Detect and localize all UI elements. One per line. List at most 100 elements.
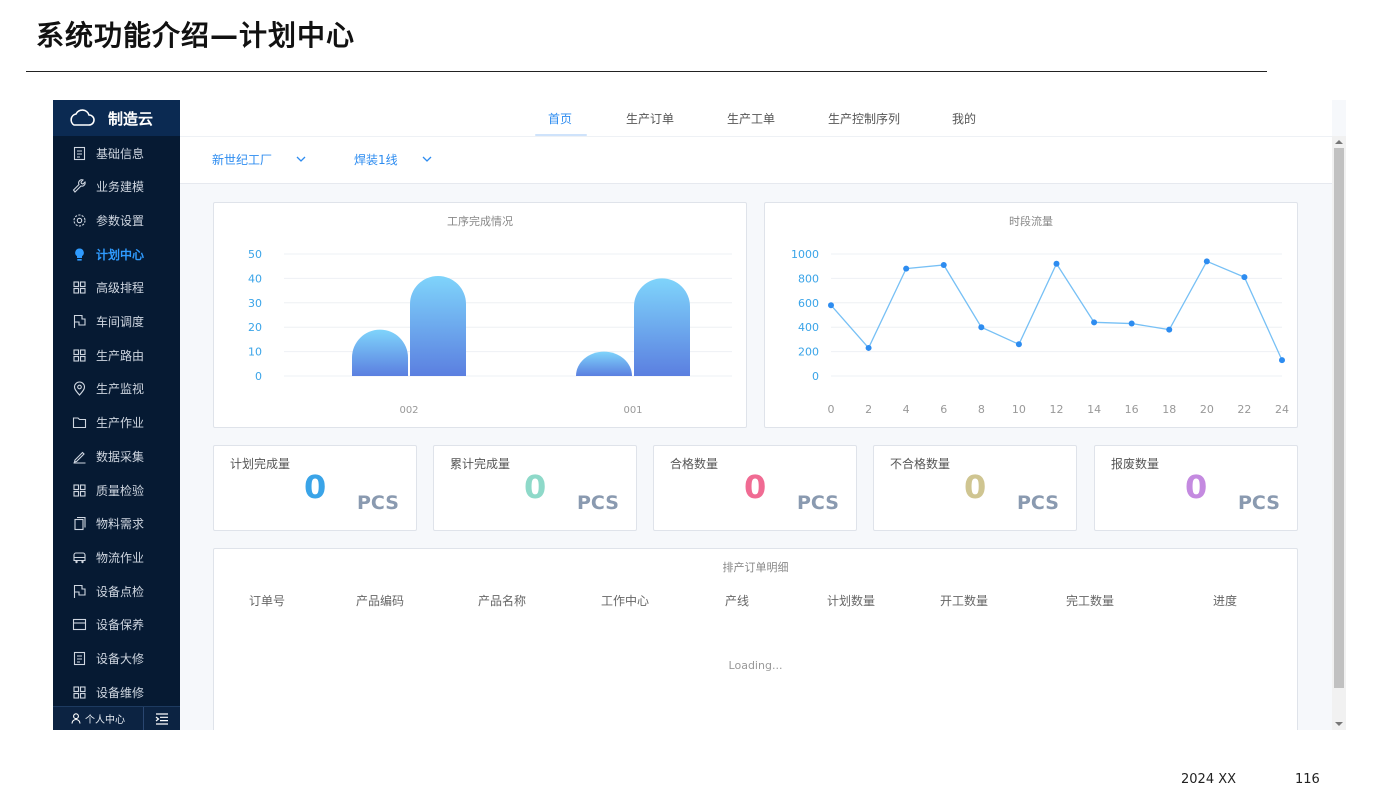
bar xyxy=(634,278,690,376)
collapse-menu-button[interactable] xyxy=(144,712,180,725)
column-header-work-center[interactable]: 工作中心 xyxy=(601,592,649,609)
tab-home[interactable]: 首页 xyxy=(548,110,572,127)
line-select-value: 焊装1线 xyxy=(354,153,398,167)
wrench-icon xyxy=(72,179,86,194)
slide-page-number: 116 xyxy=(1295,772,1320,787)
sidebar-item[interactable]: 物料需求 xyxy=(53,507,180,541)
factory-select-value: 新世纪工厂 xyxy=(212,153,273,167)
x-tick-label: 24 xyxy=(1275,403,1289,416)
sidebar-item-label: 生产路由 xyxy=(96,348,145,363)
column-header-line[interactable]: 产线 xyxy=(725,592,749,609)
location-icon xyxy=(73,381,86,397)
scroll-down-arrow[interactable] xyxy=(1335,722,1343,726)
x-tick-label: 002 xyxy=(399,405,418,416)
stat-card-scrap: 报废数量 0 PCS xyxy=(1094,445,1298,531)
data-point xyxy=(1203,258,1210,265)
data-point xyxy=(865,344,872,351)
stat-label: 合格数量 xyxy=(670,457,719,471)
grid-icon xyxy=(73,686,86,699)
stat-label: 不合格数量 xyxy=(890,457,951,471)
stat-label: 计划完成量 xyxy=(230,457,291,471)
sidebar-item-label: 物流作业 xyxy=(96,550,145,565)
sidebar-item[interactable]: 计划中心 xyxy=(53,237,180,271)
stat-label: 报废数量 xyxy=(1111,457,1160,471)
flag-icon xyxy=(73,584,86,598)
sidebar-item[interactable]: 物流作业 xyxy=(53,540,180,574)
sidebar-item[interactable]: 参数设置 xyxy=(53,203,180,237)
app-window: 制造云 基础信息业务建模参数设置计划中心高级排程车间调度生产路由生产监视生产作业… xyxy=(53,100,1346,730)
sidebar-item-label: 计划中心 xyxy=(96,247,145,262)
scroll-up-arrow[interactable] xyxy=(1335,140,1343,144)
x-tick-label: 8 xyxy=(978,403,985,416)
brand[interactable]: 制造云 xyxy=(53,100,180,136)
tab-mine[interactable]: 我的 xyxy=(952,110,976,127)
title-divider xyxy=(26,71,1267,72)
bulb-icon xyxy=(75,248,84,261)
data-point xyxy=(1015,341,1022,348)
copy-icon xyxy=(74,517,86,531)
column-header-progress[interactable]: 进度 xyxy=(1213,592,1237,609)
x-tick-label: 4 xyxy=(903,403,910,416)
column-header-order-no[interactable]: 订单号 xyxy=(249,592,285,609)
column-header-planned-qty[interactable]: 计划数量 xyxy=(827,592,875,609)
sidebar-item[interactable]: 设备点检 xyxy=(53,574,180,608)
column-header-started-qty[interactable]: 开工数量 xyxy=(940,592,988,609)
vertical-scrollbar[interactable] xyxy=(1332,136,1346,730)
sidebar-item[interactable]: 设备维修 xyxy=(53,675,180,709)
sidebar-item[interactable]: 设备大修 xyxy=(53,642,180,676)
sidebar-item[interactable]: 生产路由 xyxy=(53,338,180,372)
line-select[interactable]: 焊装1线 xyxy=(354,151,432,168)
data-point xyxy=(940,261,947,268)
personal-center-button[interactable]: 个人中心 xyxy=(53,706,144,730)
chevron-down-icon xyxy=(296,156,306,162)
x-tick-label: 6 xyxy=(940,403,947,416)
sidebar-item[interactable]: 设备保养 xyxy=(53,608,180,642)
top-navigation: 首页 生产订单 生产工单 生产控制序列 我的 xyxy=(180,100,1332,136)
tab-production-orders[interactable]: 生产订单 xyxy=(626,110,674,127)
data-point xyxy=(1166,326,1173,333)
sidebar-item-label: 质量检验 xyxy=(96,483,145,498)
column-header-finished-qty[interactable]: 完工数量 xyxy=(1066,592,1114,609)
stat-unit: PCS xyxy=(1238,492,1280,514)
personal-center-label: 个人中心 xyxy=(85,715,125,726)
sidebar-item[interactable]: 高级排程 xyxy=(53,271,180,305)
process-completion-panel: 工序完成情况 0 10 20 30 40 50 002 001 xyxy=(213,202,747,428)
stat-value: 0 xyxy=(964,468,987,506)
factory-select[interactable]: 新世纪工厂 xyxy=(212,151,306,168)
data-point xyxy=(1053,260,1060,267)
sidebar-item-label: 生产作业 xyxy=(96,416,145,431)
y-tick-label: 20 xyxy=(248,321,262,334)
sidebar-item[interactable]: 质量检验 xyxy=(53,473,180,507)
sidebar-item[interactable]: 生产作业 xyxy=(53,406,180,440)
data-point xyxy=(1128,320,1135,327)
tab-control-sequence[interactable]: 生产控制序列 xyxy=(828,110,900,127)
sidebar-item[interactable]: 生产监视 xyxy=(53,372,180,406)
tab-work-orders[interactable]: 生产工单 xyxy=(727,110,775,127)
x-tick-label: 10 xyxy=(1012,403,1026,416)
x-tick-label: 0 xyxy=(828,403,835,416)
data-point xyxy=(1091,319,1098,326)
grid-icon xyxy=(73,281,86,294)
sidebar-item-label: 参数设置 xyxy=(96,213,145,228)
sidebar-item-label: 设备维修 xyxy=(96,685,145,700)
sidebar-footer: 个人中心 xyxy=(53,706,180,730)
sidebar-item[interactable]: 业务建模 xyxy=(53,170,180,204)
stat-card-qualified: 合格数量 0 PCS xyxy=(653,445,857,531)
column-header-product-code[interactable]: 产品编码 xyxy=(356,592,404,609)
column-header-product-name[interactable]: 产品名称 xyxy=(478,592,526,609)
sidebar-item[interactable]: 车间调度 xyxy=(53,305,180,339)
sidebar-item-label: 车间调度 xyxy=(96,315,145,329)
y-tick-label: 200 xyxy=(798,346,819,359)
scroll-thumb[interactable] xyxy=(1334,148,1344,688)
sidebar-item[interactable]: 基础信息 xyxy=(53,136,180,170)
y-tick-label: 1000 xyxy=(791,248,819,261)
data-point xyxy=(903,265,910,272)
gear-icon xyxy=(73,214,86,227)
filter-bar: 新世纪工厂 焊装1线 xyxy=(180,136,1332,184)
y-tick-label: 0 xyxy=(255,370,262,383)
y-tick-label: 40 xyxy=(248,272,262,285)
card-icon xyxy=(72,619,87,631)
y-tick-label: 0 xyxy=(812,370,819,383)
sidebar-item[interactable]: 数据采集 xyxy=(53,439,180,473)
sidebar-item-label: 业务建模 xyxy=(96,180,145,195)
